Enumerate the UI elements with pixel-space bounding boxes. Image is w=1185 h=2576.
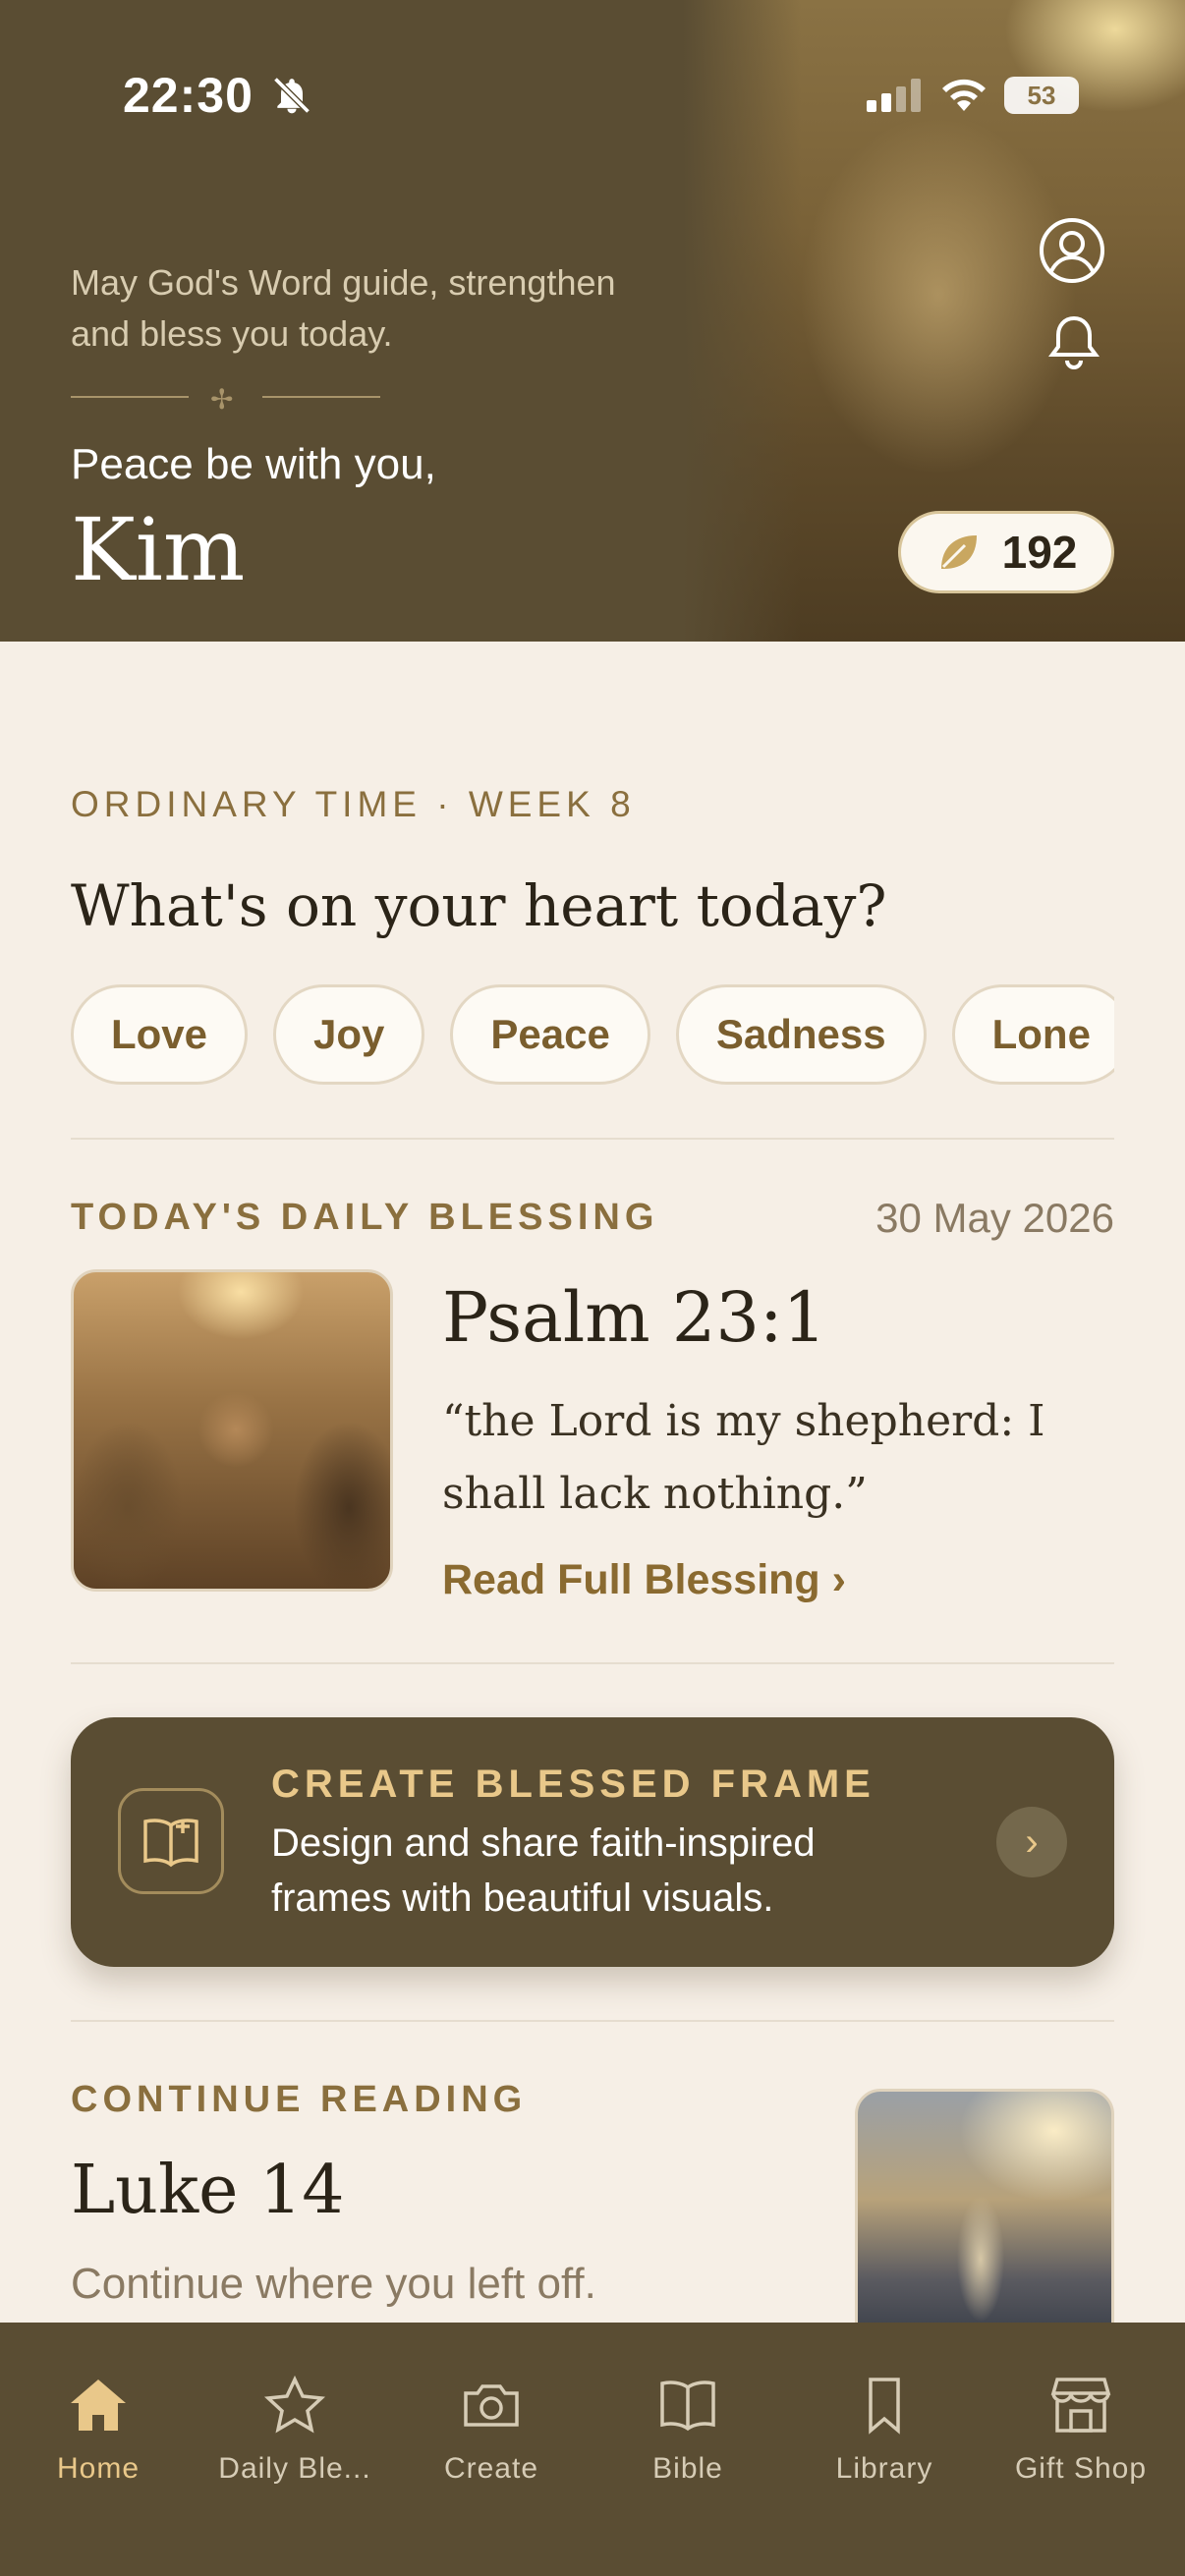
star-icon [263, 2376, 326, 2434]
chevron-right-icon[interactable]: › [996, 1807, 1067, 1877]
book-icon [660, 2380, 715, 2432]
points-badge[interactable]: 192 [898, 511, 1114, 593]
header-tagline: May God's Word guide, strengthen and ble… [71, 262, 616, 354]
nav-label: Daily Ble... [218, 2452, 371, 2485]
bell-off-icon [273, 77, 310, 114]
chip-love[interactable]: Love [71, 984, 249, 1085]
nav-library[interactable]: Library [786, 2376, 983, 2486]
blessing-image[interactable] [71, 1269, 393, 1592]
chip-sadness[interactable]: Sadness [675, 984, 927, 1085]
divider [71, 2020, 1114, 2022]
wifi-icon [942, 79, 986, 111]
bookmark-icon [869, 2378, 900, 2435]
greeting-text: Peace be with you, [71, 440, 436, 488]
cross-icon: ✢ [210, 384, 234, 415]
camera-icon [464, 2384, 519, 2427]
continue-reading-label: CONTINUE READING [71, 2079, 528, 2120]
create-frame-title: CREATE BLESSED FRAME [271, 1763, 875, 1806]
divider [71, 1662, 1114, 1664]
open-book-icon [118, 1788, 224, 1894]
blessing-date: 30 May 2026 [875, 1195, 1114, 1241]
liturgical-season: ORDINARY TIME · WEEK 8 [71, 784, 636, 824]
nav-daily-blessing[interactable]: Daily Ble... [197, 2376, 393, 2486]
nav-bible[interactable]: Bible [590, 2376, 786, 2486]
status-time: 22:30 [123, 68, 254, 123]
blessing-section-label: TODAY'S DAILY BLESSING [71, 1197, 659, 1238]
chip-joy[interactable]: Joy [273, 984, 425, 1085]
divider [71, 1138, 1114, 1140]
leaf-icon [940, 535, 977, 569]
create-frame-card[interactable]: CREATE BLESSED FRAME Design and share fa… [71, 1717, 1114, 1967]
nav-label: Library [835, 2452, 933, 2485]
chip-loneliness[interactable]: Lone [951, 984, 1114, 1085]
heart-question: What's on your heart today? [71, 872, 887, 939]
ornament-divider: ✢ [71, 383, 380, 415]
user-name: Kim [71, 499, 246, 600]
notification-bell-icon[interactable] [1047, 312, 1100, 369]
home-icon [71, 2380, 126, 2431]
profile-icon[interactable] [1038, 216, 1106, 285]
verse-reference: Psalm 23:1 [442, 1277, 827, 1358]
verse-text: “the Lord is my shepherd: I shall lack n… [442, 1396, 1045, 1519]
nav-home[interactable]: Home [0, 2376, 197, 2486]
nav-label: Home [56, 2452, 141, 2485]
header: 22:30 53 May God's Word guide, strengthe… [0, 0, 1185, 642]
emotion-chips: Love Joy Peace Sadness Lone [71, 984, 1114, 1087]
nav-label: Create [443, 2452, 539, 2485]
continue-reading-book[interactable]: Luke 14 [71, 2152, 345, 2229]
store-icon [1050, 2378, 1111, 2433]
continue-reading-subtitle: Continue where you left off. [71, 2260, 596, 2308]
nav-label: Bible [652, 2452, 723, 2485]
nav-gift-shop[interactable]: Gift Shop [983, 2376, 1179, 2486]
nav-label: Gift Shop [1014, 2452, 1148, 2485]
bottom-nav: Home Daily Ble... Create Bible Library G… [0, 2323, 1185, 2576]
signal-icon [867, 79, 921, 112]
battery-indicator: 53 [1004, 77, 1079, 114]
chip-peace[interactable]: Peace [450, 984, 650, 1085]
create-frame-description: Design and share faith-inspired frames w… [271, 1821, 816, 1920]
nav-create[interactable]: Create [393, 2376, 590, 2486]
read-full-blessing-link[interactable]: Read Full Blessing › [442, 1556, 846, 1604]
points-value: 192 [1001, 527, 1078, 578]
